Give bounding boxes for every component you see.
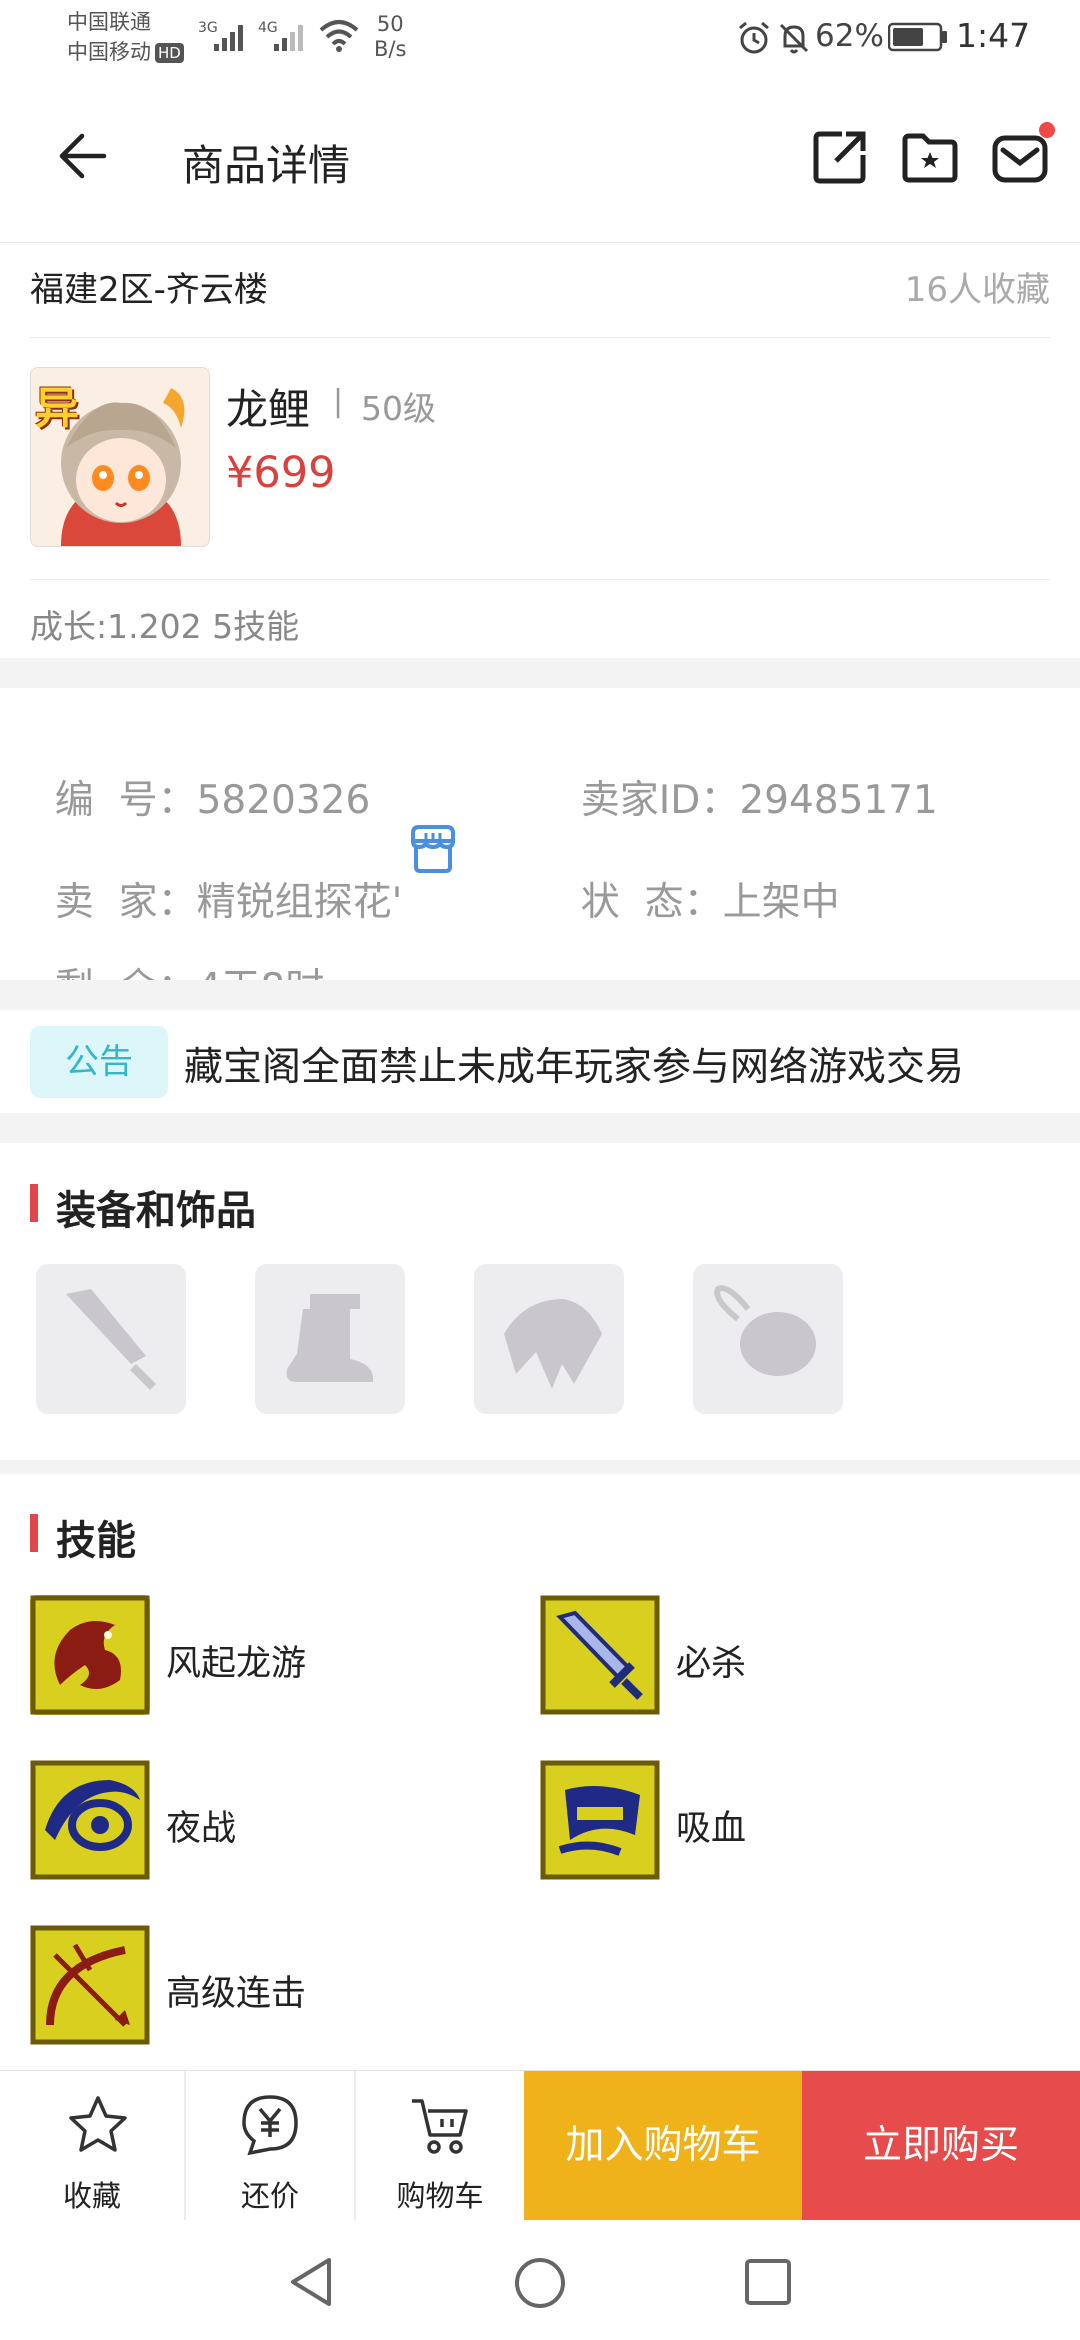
seller-id-value: 29485171 <box>739 778 938 823</box>
battery-percent: 62% <box>815 18 884 54</box>
speed-value: 50 <box>376 12 404 36</box>
yuan-chat-icon <box>242 2095 298 2156</box>
fang-skill-icon[interactable] <box>540 1760 660 1880</box>
bow-skill-icon[interactable] <box>30 1925 150 2045</box>
name-separator: | <box>333 384 344 419</box>
nav-recents-icon[interactable] <box>742 2256 794 2308</box>
skill-name: 高级连击 <box>166 1974 307 2014</box>
dragon-skill-graphic <box>30 1595 150 1715</box>
speed-unit: B/s <box>374 37 407 61</box>
pet-avatar[interactable]: 异 <box>30 367 210 547</box>
signal-strength-icon-2 <box>274 25 303 51</box>
app-header: 商品详情 <box>0 80 1080 243</box>
skill-name: 夜战 <box>166 1809 237 1849</box>
seller-id-row: 卖家ID：29485171 <box>556 724 938 825</box>
back-arrow-icon[interactable] <box>54 127 112 185</box>
boot-icon <box>286 1294 374 1382</box>
cart-icon <box>412 2099 468 2154</box>
mute-bell-icon <box>779 23 809 54</box>
eye-skill-graphic <box>30 1760 150 1880</box>
message-icon[interactable] <box>991 130 1051 186</box>
cart-tab[interactable]: 购物车 <box>356 2071 524 2221</box>
system-navigation-bar <box>0 2220 1080 2340</box>
favorite-label: 收藏 <box>62 2179 121 2213</box>
equipment-slot-weapon[interactable] <box>36 1264 186 1414</box>
carrier-2: 中国移动 HD <box>67 38 184 66</box>
nav-home-icon[interactable] <box>512 2255 568 2311</box>
star-icon <box>69 2096 127 2152</box>
clock: 1:47 <box>956 16 1031 55</box>
equipment-slot-accessory[interactable] <box>693 1264 843 1414</box>
status-label: 状 态： <box>580 880 723 925</box>
accessory-icon <box>714 1285 816 1376</box>
wifi-icon <box>319 20 359 52</box>
nav-back-icon[interactable] <box>285 2254 337 2310</box>
server-name: 福建2区-齐云楼 <box>30 270 268 310</box>
item-id-value: 5820326 <box>196 778 371 823</box>
bargain-tab[interactable]: 还价 <box>186 2071 354 2221</box>
equipment-title: 装备和饰品 <box>30 1178 256 1236</box>
section-gap <box>0 1460 1080 1474</box>
skill-name: 吸血 <box>676 1809 747 1849</box>
bottom-action-bar: 收藏 还价 购物车 加入购物车 立即购买 <box>0 2070 1080 2221</box>
favorites-count: 16人收藏 <box>904 270 1050 310</box>
divider <box>30 337 1050 338</box>
skills-title: 技能 <box>30 1508 136 1566</box>
sword-icon <box>66 1289 156 1390</box>
eye-skill-icon[interactable] <box>30 1760 150 1880</box>
alarm-icon <box>739 21 769 54</box>
equipment-slot-boots[interactable] <box>255 1264 405 1414</box>
add-to-cart-button[interactable]: 加入购物车 <box>524 2071 802 2221</box>
favorite-folder-icon[interactable] <box>901 132 959 184</box>
price: ¥699 <box>226 448 336 498</box>
item-id-row: 编 号：5820326 <box>30 724 371 825</box>
page-title: 商品详情 <box>182 141 351 190</box>
carrier-1: 中国联通 <box>67 10 151 34</box>
notice-text[interactable]: 藏宝阁全面禁止未成年玩家参与网络游戏交易 <box>184 1036 964 1092</box>
equipment-slot-armor[interactable] <box>474 1264 624 1414</box>
pet-level: 50级 <box>361 389 436 428</box>
buy-now-button[interactable]: 立即购买 <box>802 2071 1080 2221</box>
pet-name: 龙鲤 <box>226 385 311 434</box>
sword-skill-icon[interactable] <box>540 1595 660 1715</box>
divider <box>30 579 1050 580</box>
seller-id-label: 卖家ID： <box>580 778 740 823</box>
skill-name: 必杀 <box>676 1644 747 1684</box>
sword-skill-graphic <box>540 1595 660 1715</box>
avatar-badge: 异 <box>35 383 79 434</box>
hd-badge: HD <box>155 43 184 63</box>
shop-icon[interactable] <box>407 823 459 875</box>
battery-icon <box>888 22 947 52</box>
favorite-tab[interactable]: 收藏 <box>0 2071 184 2221</box>
section-gap <box>0 658 1080 688</box>
section-gap <box>0 980 1080 1010</box>
fang-skill-graphic <box>540 1760 660 1880</box>
status-bar: 中国联通 中国移动 HD 3G 4G 50 B/s 62% 1:47 <box>0 0 1080 80</box>
signal-strength-icon <box>214 25 243 51</box>
skill-name: 风起龙游 <box>166 1644 307 1684</box>
network-speed: 50 B/s <box>374 12 406 62</box>
carrier-2-label: 中国移动 <box>67 40 151 64</box>
armor-icon <box>504 1299 602 1389</box>
cart-label: 购物车 <box>396 2179 484 2213</box>
section-gap <box>0 1113 1080 1143</box>
status-row: 状 态：上架中 <box>556 826 840 927</box>
item-id-label: 编 号： <box>54 778 197 823</box>
notice-badge: 公告 <box>30 1026 168 1098</box>
bow-skill-graphic <box>30 1925 150 2045</box>
status-value: 上架中 <box>722 880 840 925</box>
dragon-skill-icon[interactable] <box>30 1595 150 1715</box>
share-icon[interactable] <box>812 129 868 185</box>
bargain-label: 还价 <box>240 2179 299 2213</box>
growth-info: 成长:1.202 5技能 <box>30 607 300 646</box>
notification-dot <box>1039 122 1055 138</box>
